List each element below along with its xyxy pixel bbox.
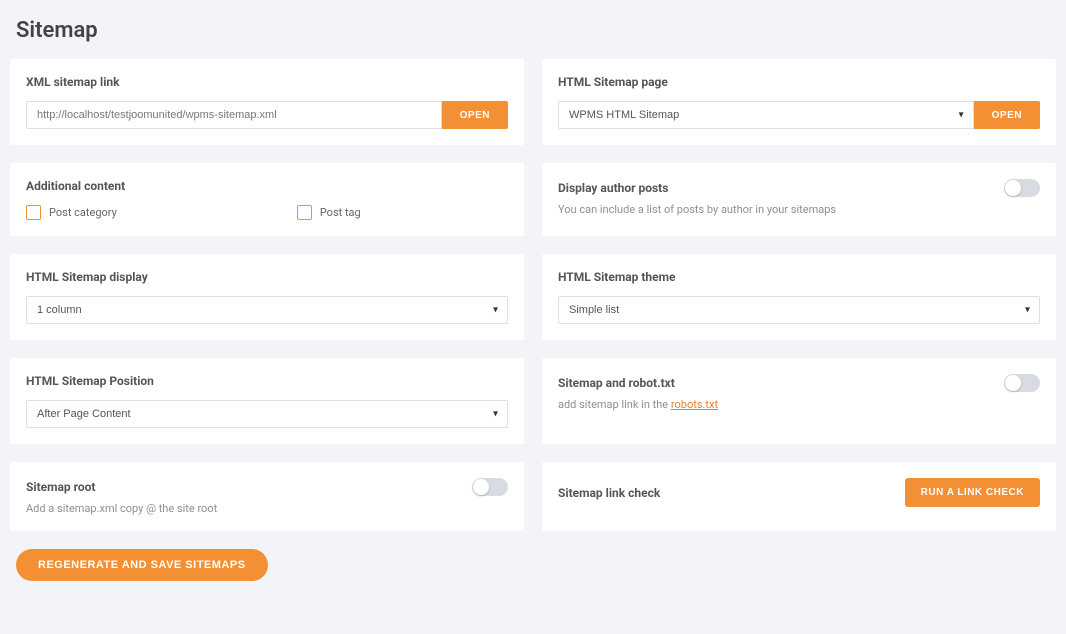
card-title: Sitemap link check (558, 486, 660, 500)
footer: REGENERATE AND SAVE SITEMAPS (10, 531, 1056, 581)
open-html-page-button[interactable]: OPEN (974, 101, 1040, 129)
checkbox-post-category[interactable]: Post category (26, 205, 117, 220)
html-sitemap-theme-select[interactable]: Simple list (558, 296, 1040, 324)
robots-txt-link[interactable]: robots.txt (671, 398, 718, 411)
card-html-sitemap-theme: HTML Sitemap theme Simple list (542, 254, 1056, 340)
card-title: HTML Sitemap Position (26, 374, 508, 388)
run-link-check-button[interactable]: RUN A LINK CHECK (905, 478, 1040, 507)
html-sitemap-display-select[interactable]: 1 column (26, 296, 508, 324)
open-xml-button[interactable]: OPEN (442, 101, 508, 129)
checkbox-label: Post tag (320, 206, 361, 219)
card-title: HTML Sitemap theme (558, 270, 1040, 284)
toggle-sitemap-root[interactable] (472, 478, 508, 496)
card-title: HTML Sitemap display (26, 270, 508, 284)
html-sitemap-page-select[interactable]: WPMS HTML Sitemap (558, 101, 974, 129)
card-sitemap-link-check: Sitemap link check RUN A LINK CHECK (542, 462, 1056, 531)
card-title: XML sitemap link (26, 75, 508, 89)
page-title: Sitemap (16, 18, 1056, 43)
regenerate-save-button[interactable]: REGENERATE AND SAVE SITEMAPS (16, 549, 268, 581)
card-additional-content: Additional content Post category Post ta… (10, 163, 524, 236)
checkbox-label: Post category (49, 206, 117, 219)
xml-sitemap-input[interactable] (26, 101, 442, 129)
card-title: Sitemap and robot.txt (558, 376, 675, 390)
desc-text: add sitemap link in the (558, 398, 671, 411)
card-title: Sitemap root (26, 480, 95, 494)
card-sitemap-root: Sitemap root Add a sitemap.xml copy @ th… (10, 462, 524, 531)
card-sitemap-robot: Sitemap and robot.txt add sitemap link i… (542, 358, 1056, 444)
settings-grid: XML sitemap link OPEN HTML Sitemap page … (10, 59, 1056, 531)
toggle-sitemap-robot[interactable] (1004, 374, 1040, 392)
toggle-author-posts[interactable] (1004, 179, 1040, 197)
card-html-sitemap-page: HTML Sitemap page WPMS HTML Sitemap OPEN (542, 59, 1056, 145)
card-html-sitemap-position: HTML Sitemap Position After Page Content (10, 358, 524, 444)
card-description: You can include a list of posts by autho… (558, 203, 1040, 216)
checkbox-icon (26, 205, 41, 220)
card-title: HTML Sitemap page (558, 75, 1040, 89)
card-description: Add a sitemap.xml copy @ the site root (26, 502, 508, 515)
card-display-author-posts: Display author posts You can include a l… (542, 163, 1056, 236)
card-description: add sitemap link in the robots.txt (558, 398, 1040, 411)
checkbox-post-tag[interactable]: Post tag (297, 205, 361, 220)
card-title: Additional content (26, 179, 508, 193)
card-xml-sitemap-link: XML sitemap link OPEN (10, 59, 524, 145)
card-title: Display author posts (558, 181, 668, 195)
card-html-sitemap-display: HTML Sitemap display 1 column (10, 254, 524, 340)
html-sitemap-position-select[interactable]: After Page Content (26, 400, 508, 428)
checkbox-icon (297, 205, 312, 220)
